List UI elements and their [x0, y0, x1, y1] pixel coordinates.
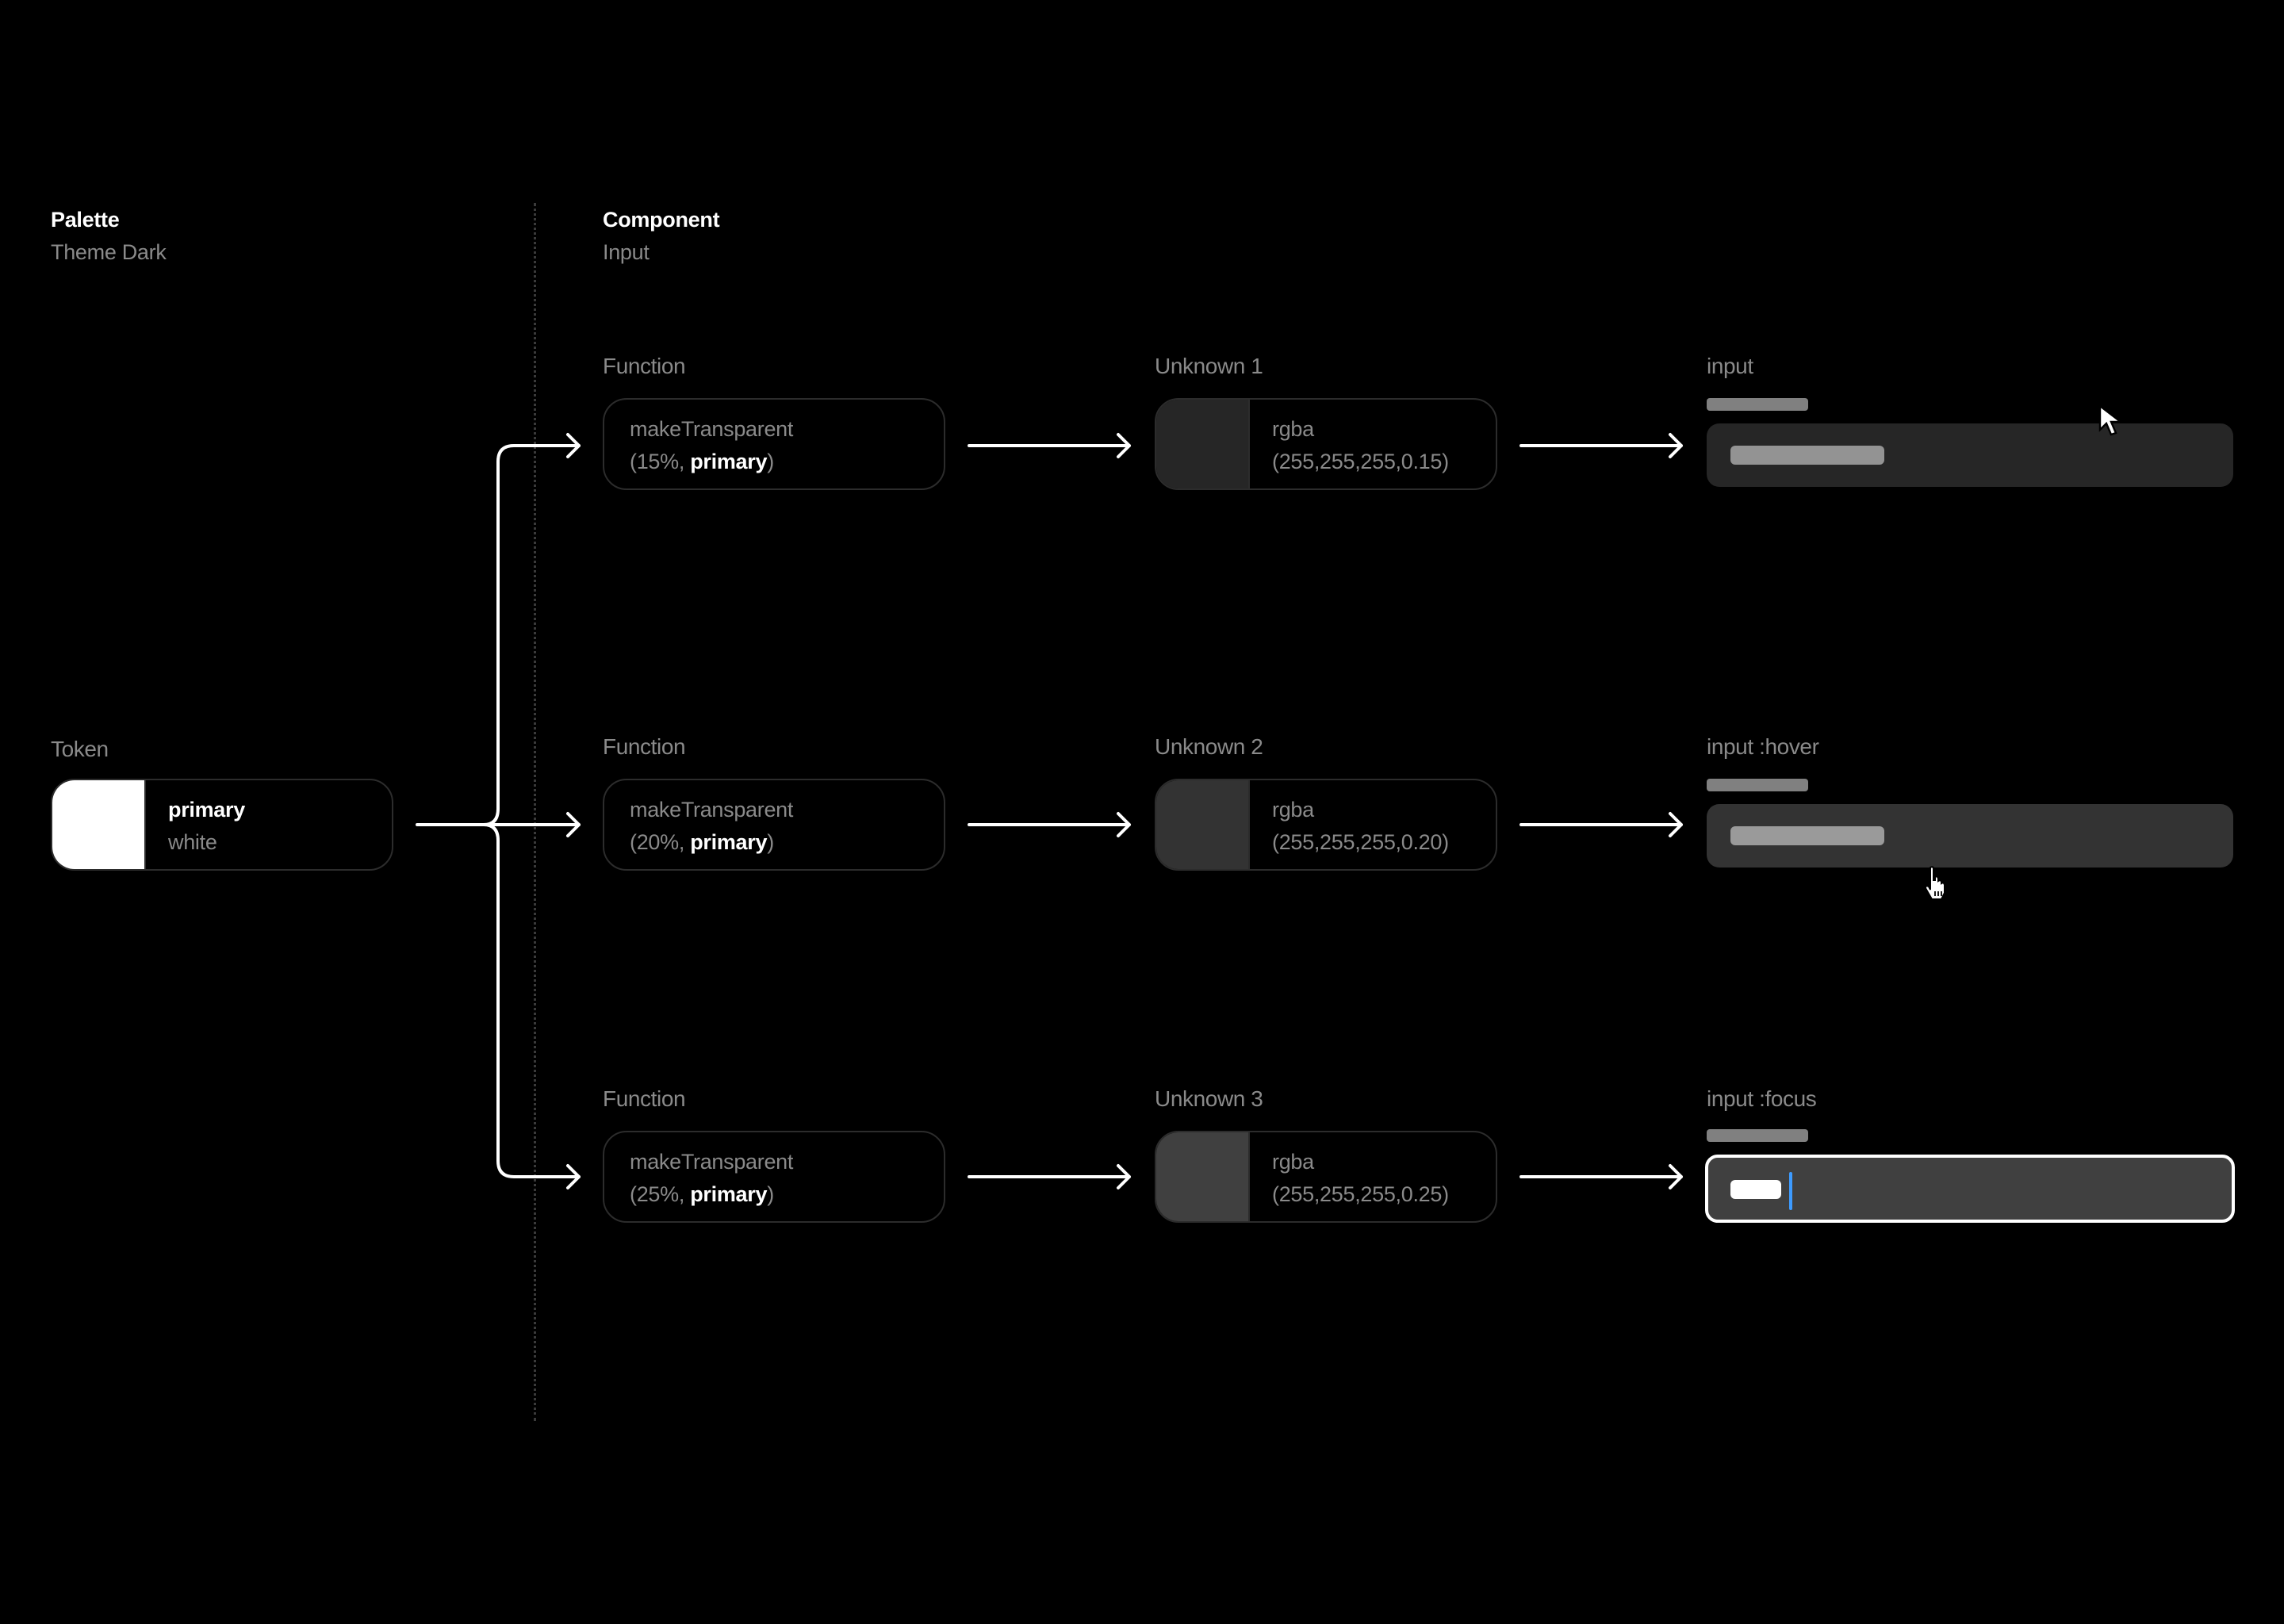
unknown-color-card[interactable]: rgba (255,255,255,0.15)	[1155, 398, 1497, 490]
unknown-label: Unknown 3	[1155, 1086, 1263, 1111]
connector-branch-bottom	[482, 823, 581, 1178]
function-name: makeTransparent	[630, 798, 794, 822]
arrow-fn-to-unknown-2	[968, 812, 1131, 837]
rgba-name: rgba	[1272, 798, 1314, 822]
token-label: Token	[51, 737, 109, 761]
function-args-token: primary	[690, 830, 768, 854]
input-preview[interactable]	[1705, 1155, 2235, 1223]
function-args-prefix: (20%,	[630, 830, 691, 854]
unknown-color-card[interactable]: rgba (255,255,255,0.25)	[1155, 1131, 1497, 1223]
token-name: primary	[168, 798, 245, 822]
hand-cursor-icon	[1924, 866, 1945, 900]
function-args: (25%, primary)	[630, 1178, 774, 1211]
unknown-color-card[interactable]: rgba (255,255,255,0.20)	[1155, 779, 1497, 871]
arrow-unknown-to-input-1	[1519, 433, 1683, 458]
rgba-name: rgba	[1272, 1150, 1314, 1174]
rgba-value: (255,255,255,0.25)	[1272, 1182, 1449, 1206]
token-swatch	[52, 780, 146, 869]
function-card[interactable]: makeTransparent (20%, primary)	[603, 779, 945, 871]
input-state-label: input :hover	[1707, 734, 1819, 759]
function-args: (15%, primary)	[630, 445, 774, 478]
function-args-prefix: (15%,	[630, 450, 691, 473]
input-text-placeholder	[1730, 1180, 1781, 1199]
function-args-suffix: )	[767, 830, 774, 854]
function-args-suffix: )	[767, 1182, 774, 1206]
rgba-value: (255,255,255,0.15)	[1272, 450, 1449, 473]
function-card[interactable]: makeTransparent (25%, primary)	[603, 1131, 945, 1223]
color-swatch	[1156, 780, 1250, 869]
input-label-placeholder	[1707, 779, 1808, 791]
input-state-label: input :focus	[1707, 1086, 1817, 1111]
function-label: Function	[603, 734, 686, 759]
function-label: Function	[603, 354, 686, 378]
unknown-label: Unknown 2	[1155, 734, 1263, 759]
unknown-label: Unknown 1	[1155, 354, 1263, 378]
rgba-name: rgba	[1272, 417, 1314, 441]
color-swatch	[1156, 400, 1250, 488]
token-card[interactable]: primary white	[51, 779, 393, 871]
function-args-token: primary	[690, 1182, 768, 1206]
function-args: (20%, primary)	[630, 825, 774, 859]
input-label-placeholder	[1707, 398, 1808, 411]
input-preview[interactable]	[1707, 804, 2233, 868]
input-state-label: input	[1707, 354, 1753, 378]
input-text-placeholder	[1730, 446, 1884, 465]
function-args-prefix: (25%,	[630, 1182, 691, 1206]
token-value: white	[168, 830, 217, 854]
input-preview[interactable]	[1707, 423, 2233, 487]
function-args-suffix: )	[767, 450, 774, 473]
arrow-unknown-to-input-2	[1519, 812, 1683, 837]
function-name: makeTransparent	[630, 417, 794, 441]
input-text-placeholder	[1730, 826, 1884, 845]
connector-branch-top	[482, 444, 581, 826]
function-args-token: primary	[690, 450, 768, 473]
function-card[interactable]: makeTransparent (15%, primary)	[603, 398, 945, 490]
arrow-fn-to-unknown-3	[968, 1164, 1131, 1189]
function-name: makeTransparent	[630, 1150, 794, 1174]
input-label-placeholder	[1707, 1129, 1808, 1142]
text-caret	[1789, 1172, 1792, 1210]
color-swatch	[1156, 1132, 1250, 1221]
rgba-value: (255,255,255,0.20)	[1272, 830, 1449, 854]
function-label: Function	[603, 1086, 686, 1111]
arrow-unknown-to-input-3	[1519, 1164, 1683, 1189]
arrow-fn-to-unknown-1	[968, 433, 1131, 458]
arrow-cursor-icon	[2098, 404, 2124, 436]
